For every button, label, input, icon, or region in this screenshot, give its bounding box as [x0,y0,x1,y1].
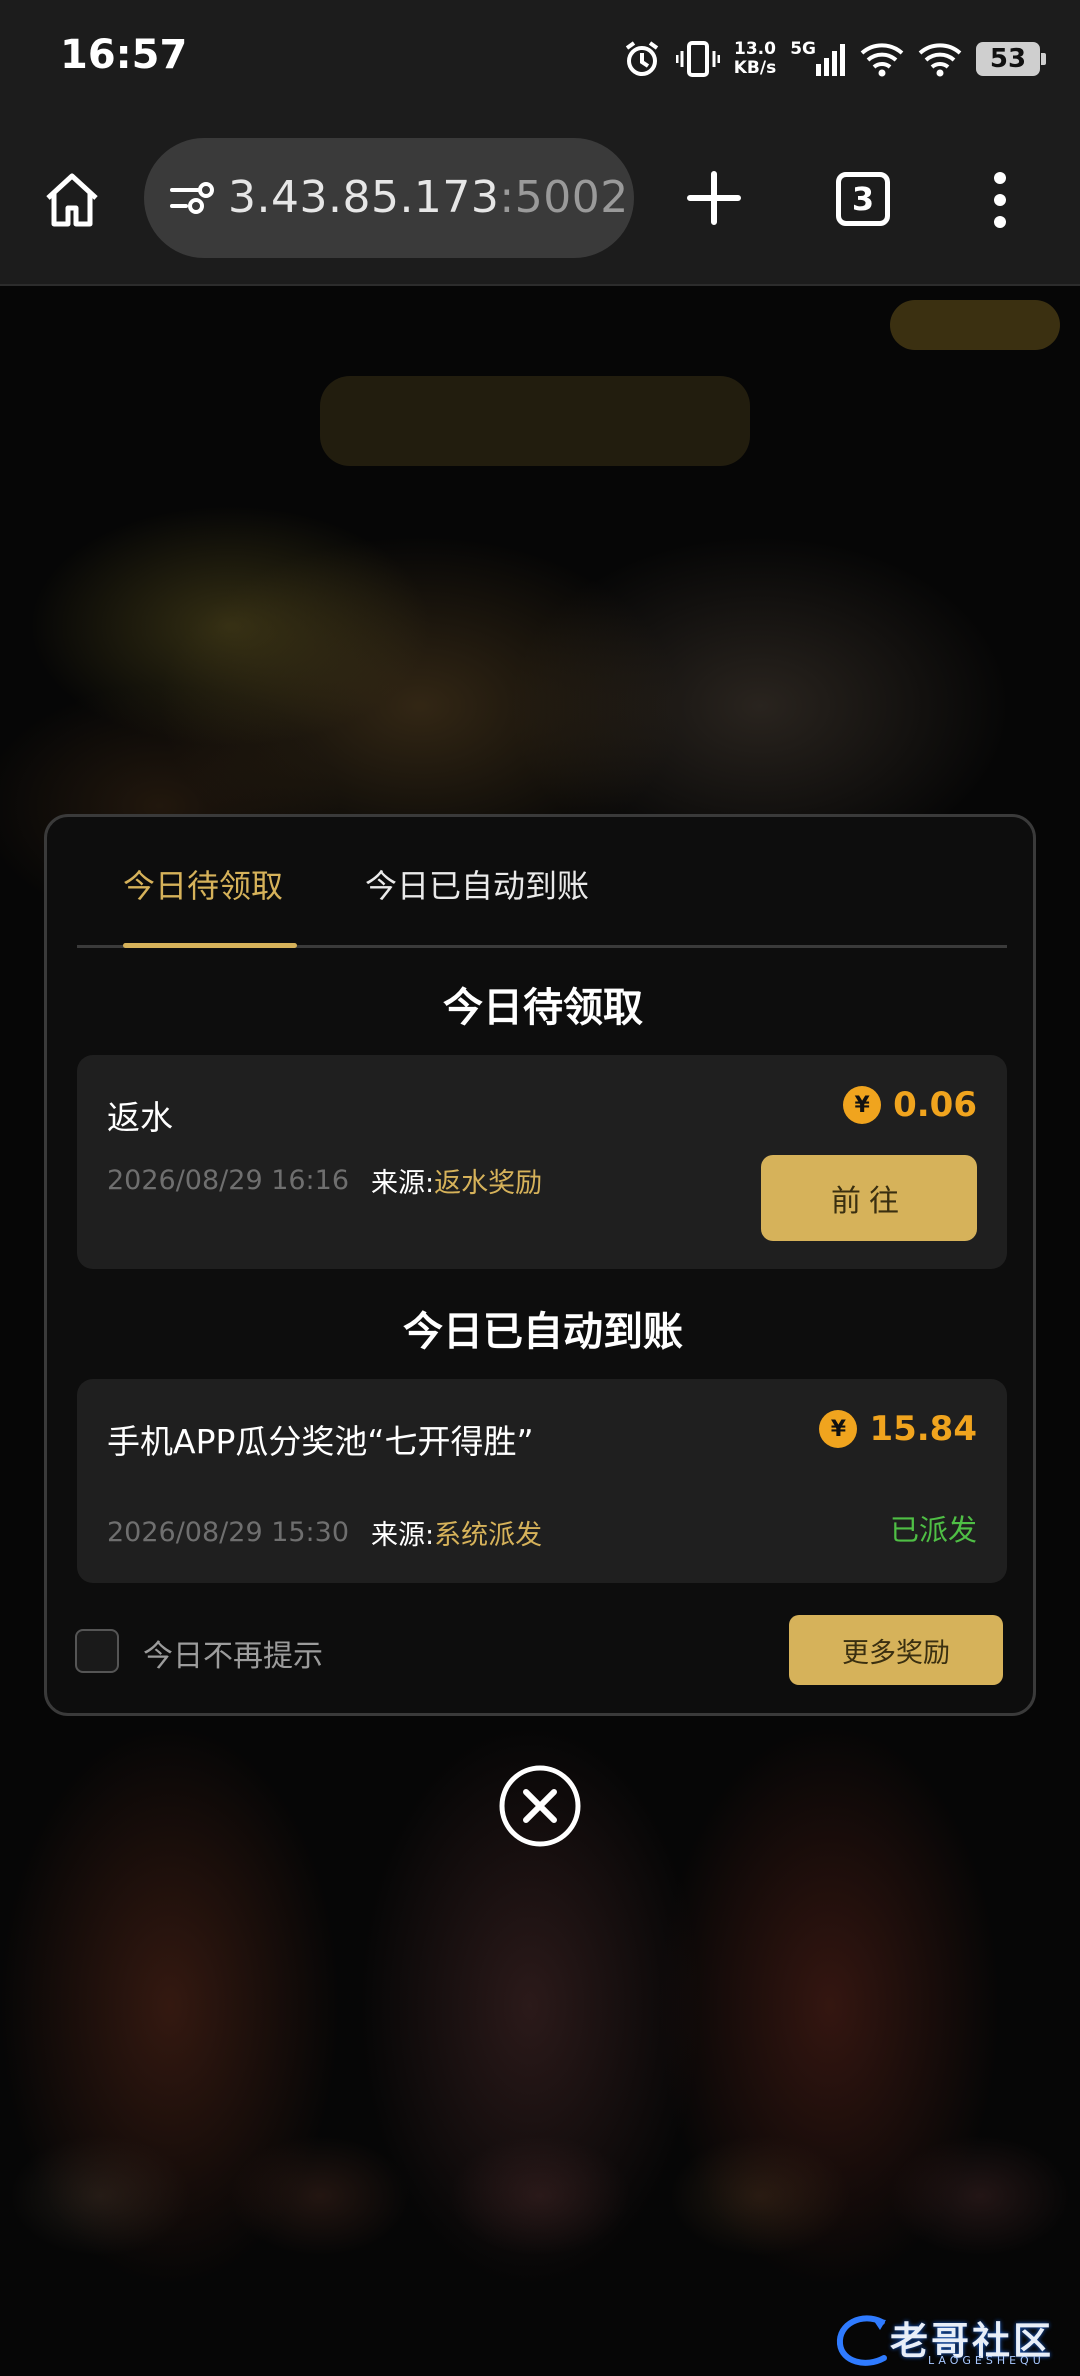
auto-section-title: 今日已自动到账 [403,1309,683,1355]
address-bar[interactable]: 3.43.85.173:5002 [144,138,634,258]
pending-reward-card: 返水 ¥ 0.06 2026/08/29 16:16 来源: 返水奖励 前往 [77,1055,1007,1269]
reward-amount: ¥ 15.84 [819,1409,977,1449]
wifi-icon-2 [918,41,962,77]
reward-meta: 2026/08/29 15:30 来源: 系统派发 [107,1513,542,1552]
status-time: 16:57 [60,32,188,78]
reward-dialog: 今日待领取 今日已自动到账 今日待领取 返水 ¥ 0.06 2026/08/29… [44,814,1036,1716]
coin-icon: ¥ [819,1410,858,1448]
tab-switcher-button[interactable]: 3 [836,172,890,226]
more-menu-button[interactable] [990,172,1010,228]
new-tab-button[interactable] [684,168,744,228]
background-logo-shape [320,376,750,466]
network-speed-unit: KB/s [733,58,777,78]
more-vert-icon [994,172,1006,228]
active-tab-indicator [123,943,297,948]
site-settings-icon[interactable] [168,178,216,218]
dont-show-today-label[interactable]: 今日不再提示 [143,1631,323,1675]
dragon-logo-icon [836,2315,887,2366]
status-bar: 16:57 13.0 KB/s 5G 53 [0,0,1080,120]
reward-amount-value: 0.06 [893,1085,977,1125]
network-type: 5G [790,39,816,59]
goto-button[interactable]: 前往 [761,1155,977,1241]
home-button[interactable] [40,168,104,232]
more-rewards-button[interactable]: 更多奖励 [789,1615,1003,1685]
reward-amount: ¥ 0.06 [843,1085,977,1125]
close-circle-icon [499,1765,581,1847]
reward-date: 2026/08/29 15:30 [107,1517,350,1548]
url-port: :5002 [499,172,629,223]
status-icons: 13.0 KB/s 5G 53 [622,34,1046,84]
battery-indicator: 53 [976,42,1046,76]
reward-amount-value: 15.84 [869,1409,977,1449]
coin-icon: ¥ [843,1086,882,1124]
dispatched-status: 已派发 [889,1513,977,1547]
source-label: 来源: [371,1520,435,1551]
tab-pending[interactable]: 今日待领取 [123,861,283,907]
url-host: 3.43.85.173 [228,172,500,223]
home-icon [46,173,98,227]
url-text: 3.43.85.173:5002 [228,172,629,223]
network-speed-value: 13.0 [733,39,776,59]
auto-reward-card: 手机APP瓜分奖池“七开得胜” ¥ 15.84 2026/08/29 15:30… [77,1379,1007,1583]
background-button-shape [890,300,1060,350]
reward-name: 手机APP瓜分奖池“七开得胜” [107,1422,534,1461]
reward-source: 系统派发 [434,1520,543,1551]
tab-auto-credited[interactable]: 今日已自动到账 [365,861,589,907]
watermark-subtext: LAOGESHEQU [928,2354,1045,2367]
dont-show-today-checkbox[interactable] [75,1629,119,1673]
browser-toolbar: 3.43.85.173:5002 3 [0,120,1080,286]
plus-icon [687,171,741,225]
network-speed: 13.0 KB/s [734,40,776,78]
cell-signal-icon: 5G [790,39,846,76]
vibrate-icon [675,39,720,79]
close-dialog-button[interactable] [498,1764,582,1848]
pending-section-title: 今日待领取 [443,985,643,1031]
dialog-tabs: 今日待领取 今日已自动到账 [77,817,1007,948]
reward-date: 2026/08/29 16:16 [107,1165,350,1196]
wifi-icon [860,41,904,77]
source-label: 来源: [371,1168,435,1199]
watermark: 老哥社区 LAOGESHEQU [832,2312,1068,2368]
reward-source: 返水奖励 [434,1168,543,1199]
alarm-icon [622,39,662,79]
reward-name: 返水 [107,1098,173,1137]
reward-meta: 2026/08/29 16:16 来源: 返水奖励 [107,1161,542,1200]
